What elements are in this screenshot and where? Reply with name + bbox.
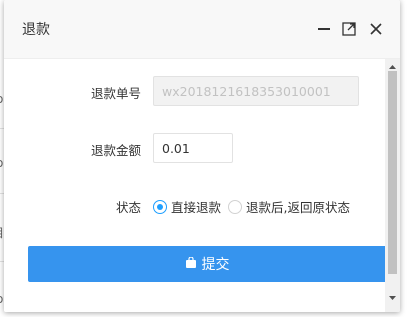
- dialog-titlebar[interactable]: 退款: [4, 0, 400, 59]
- radio-refund-restore[interactable]: 退款后,返回原状态: [228, 197, 350, 216]
- scrollbar-thumb[interactable]: [388, 71, 397, 274]
- refund-no-field[interactable]: [153, 76, 359, 106]
- radio-refund-restore-label: 退款后,返回原状态: [246, 200, 350, 215]
- background-text: o: [0, 92, 3, 106]
- radio-direct-refund-label: 直接退款: [171, 200, 222, 215]
- vertical-scrollbar[interactable]: [385, 59, 400, 312]
- status-label: 状态: [115, 200, 141, 215]
- radio-direct-refund[interactable]: 直接退款: [153, 197, 221, 216]
- radio-checked-icon: [153, 199, 167, 214]
- refund-no-label: 退款单号: [90, 86, 141, 101]
- shopping-bag-icon: [185, 256, 196, 272]
- refund-dialog: 退款 退款单号 退款金额 状态 直接退款: [4, 0, 400, 312]
- scroll-down-icon[interactable]: [385, 290, 400, 304]
- submit-button[interactable]: 提交: [28, 246, 387, 282]
- background-text: o: [0, 292, 3, 306]
- maximize-icon[interactable]: [342, 22, 356, 36]
- dialog-title: 退款: [22, 22, 50, 38]
- radio-unchecked-icon: [228, 199, 242, 214]
- refund-amount-field[interactable]: [153, 133, 233, 163]
- background-text: o: [0, 156, 3, 170]
- close-icon[interactable]: [369, 22, 383, 36]
- minimize-icon[interactable]: [317, 22, 331, 36]
- submit-label: 提交: [201, 257, 230, 273]
- refund-amount-label: 退款金额: [90, 143, 141, 158]
- dialog-body: 退款单号 退款金额 状态 直接退款 退款后,返回原状态 提交: [4, 59, 387, 312]
